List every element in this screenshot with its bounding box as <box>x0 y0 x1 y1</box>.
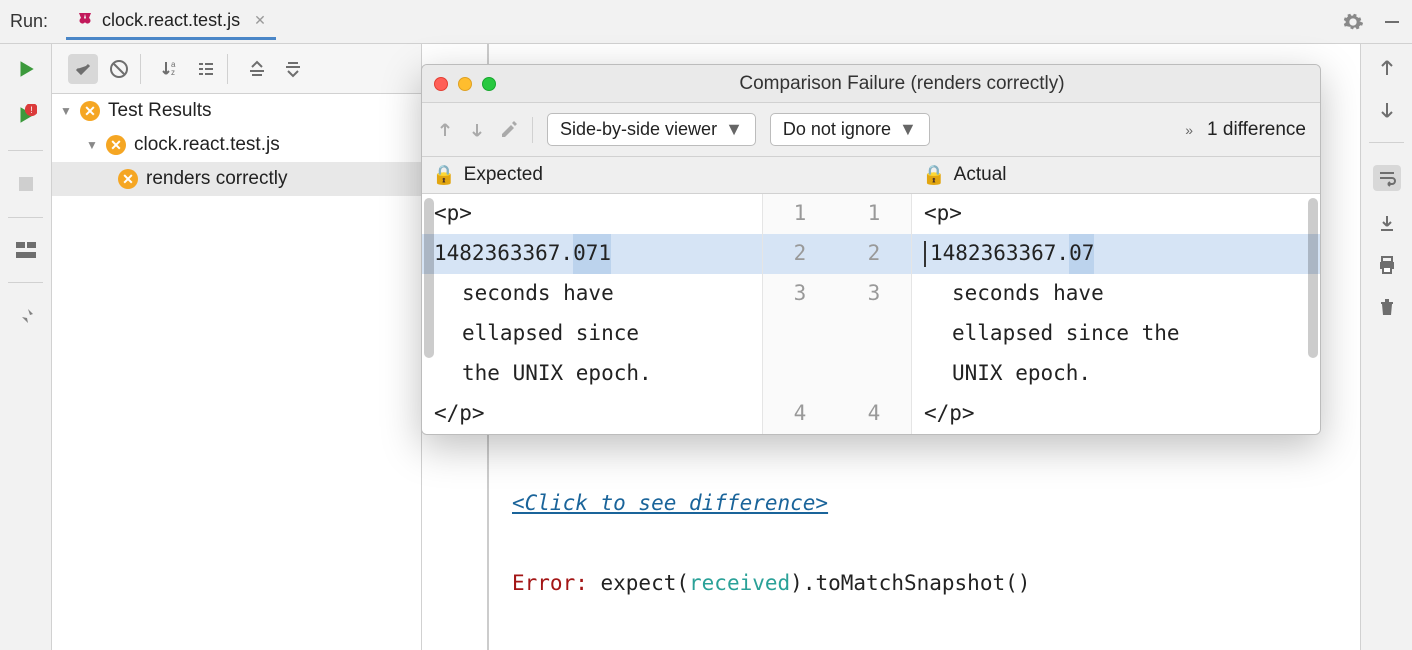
diff-body: <p> 1482363367.071 seconds have ellapsed… <box>422 194 1320 434</box>
code-line-diff: 1482363367.071 <box>422 234 762 274</box>
dialog-titlebar[interactable]: Comparison Failure (renders correctly) <box>422 65 1320 103</box>
tree-test[interactable]: ✕ renders correctly <box>52 162 421 196</box>
run-label: Run: <box>10 11 48 32</box>
comparison-dialog: Comparison Failure (renders correctly) S… <box>421 64 1321 435</box>
code-line: </p> <box>912 394 1320 434</box>
tree-root[interactable]: ▼ ✕ Test Results <box>52 94 421 128</box>
zoom-window-icon[interactable] <box>482 77 496 91</box>
run-tab[interactable]: clock.react.test.js ✕ <box>66 4 276 40</box>
dialog-toolbar: Side-by-side viewer ▼ Do not ignore ▼ » … <box>422 103 1320 157</box>
code-line: UNIX epoch. <box>912 354 1320 394</box>
layout-icon[interactable] <box>16 242 36 258</box>
run-failing-icon[interactable]: ! <box>15 104 37 126</box>
line-numbers: 1 2 3 4 1 2 3 4 <box>762 194 912 434</box>
line-num: 4 <box>837 394 911 434</box>
line-num: 1 <box>837 194 911 234</box>
status-failed-icon: ✕ <box>118 169 138 189</box>
actual-label: Actual <box>954 164 1007 186</box>
close-icon[interactable]: ✕ <box>254 12 266 29</box>
status-failed-icon: ✕ <box>80 101 100 121</box>
line-num: 4 <box>763 394 837 434</box>
code-line: <p> <box>912 194 1320 234</box>
tree-label: renders correctly <box>146 168 288 190</box>
tree-toolbar: az <box>52 44 421 94</box>
line-num: 3 <box>837 274 911 314</box>
code-line: <p> <box>422 194 762 234</box>
scrollbar[interactable] <box>424 198 434 358</box>
expected-label: Expected <box>464 164 543 186</box>
chevron-down-icon: ▼ <box>86 138 98 152</box>
code-line: </p> <box>422 394 762 434</box>
more-icon[interactable]: » <box>1185 122 1193 138</box>
run-tool-window-header: Run: clock.react.test.js ✕ <box>0 0 1412 44</box>
scroll-to-end-icon[interactable] <box>1377 213 1397 233</box>
expected-column[interactable]: <p> 1482363367.071 seconds have ellapsed… <box>422 194 762 434</box>
code-line: seconds have <box>422 274 762 314</box>
left-gutter: ! <box>0 44 52 650</box>
arrow-up-icon[interactable] <box>1377 58 1397 78</box>
arrow-down-icon[interactable] <box>1377 100 1397 120</box>
actual-header: 🔒 Actual <box>912 157 1016 193</box>
tree-label: Test Results <box>108 100 211 122</box>
expected-header: 🔒 Expected <box>422 157 762 193</box>
svg-text:!: ! <box>30 105 32 115</box>
minimize-icon[interactable] <box>1382 12 1402 32</box>
print-icon[interactable] <box>1377 255 1397 275</box>
error-line: Error: expect(received).toMatchSnapshot(… <box>512 564 1360 604</box>
scrollbar[interactable] <box>1308 198 1318 358</box>
chevron-down-icon: ▼ <box>899 119 917 140</box>
actual-column[interactable]: <p> 1482363367.07 seconds have ellapsed … <box>912 194 1320 434</box>
code-line-diff: 1482363367.07 <box>912 234 1320 274</box>
show-passed-icon[interactable] <box>68 54 98 84</box>
show-ignored-icon[interactable] <box>104 54 134 84</box>
code-line: ellapsed since <box>422 314 762 354</box>
see-difference-link[interactable]: <Click to see difference> <box>512 491 828 515</box>
minimize-window-icon[interactable] <box>458 77 472 91</box>
run-icon[interactable] <box>15 58 37 80</box>
right-gutter <box>1360 44 1412 650</box>
code-line: the UNIX epoch. <box>422 354 762 394</box>
gear-icon[interactable] <box>1342 11 1364 33</box>
chevron-down-icon: ▼ <box>60 104 72 118</box>
jest-icon <box>76 11 94 29</box>
lock-icon: 🔒 <box>432 163 456 187</box>
tree-label: clock.react.test.js <box>134 134 280 156</box>
window-controls <box>434 77 496 91</box>
pin-icon[interactable] <box>17 307 35 325</box>
line-num: 1 <box>763 194 837 234</box>
ignore-mode-label: Do not ignore <box>783 119 891 140</box>
code-line: seconds have <box>912 274 1320 314</box>
line-num: 2 <box>763 234 837 274</box>
next-diff-icon[interactable] <box>468 121 486 139</box>
trash-icon[interactable] <box>1377 297 1397 317</box>
chevron-down-icon: ▼ <box>725 119 743 140</box>
edit-icon[interactable] <box>500 121 518 139</box>
expand-all-icon[interactable] <box>242 54 272 84</box>
lock-icon: 🔒 <box>922 163 946 187</box>
svg-text:z: z <box>171 68 175 77</box>
softwrap-icon[interactable] <box>1373 165 1401 191</box>
collapse-all-icon[interactable] <box>278 54 308 84</box>
suite-icon[interactable] <box>191 54 221 84</box>
tab-label: clock.react.test.js <box>102 10 240 31</box>
dialog-title: Comparison Failure (renders correctly) <box>496 73 1308 95</box>
prev-diff-icon[interactable] <box>436 121 454 139</box>
line-num: 3 <box>763 274 837 314</box>
diff-count: 1 difference <box>1207 119 1306 141</box>
test-tree-panel: az ▼ ✕ Test Results ▼ ✕ clock.react.tes <box>52 44 422 650</box>
viewer-mode-label: Side-by-side viewer <box>560 119 717 140</box>
viewer-mode-select[interactable]: Side-by-side viewer ▼ <box>547 113 756 146</box>
line-num: 2 <box>837 234 911 274</box>
status-failed-icon: ✕ <box>106 135 126 155</box>
tree-file[interactable]: ▼ ✕ clock.react.test.js <box>52 128 421 162</box>
sort-icon[interactable]: az <box>155 54 185 84</box>
ignore-mode-select[interactable]: Do not ignore ▼ <box>770 113 930 146</box>
code-line: ellapsed since the <box>912 314 1320 354</box>
close-window-icon[interactable] <box>434 77 448 91</box>
stop-icon[interactable] <box>17 175 35 193</box>
text-caret <box>924 241 926 267</box>
